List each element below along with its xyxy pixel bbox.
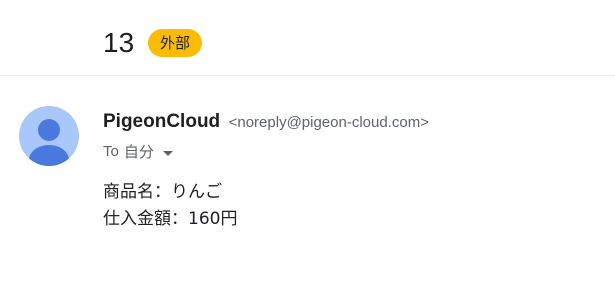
sender-name[interactable]: PigeonCloud [103,111,220,132]
caret-down-icon[interactable] [162,150,173,156]
message-body: 商品名：りんご 仕入金額：160円 [103,179,237,233]
recipient-name: 自分 [123,143,154,161]
subject-header: 13 外部 [0,0,615,76]
recipient-prefix: To [103,143,119,160]
sender-email: <noreply@pigeon-cloud.com> [228,114,429,131]
person-icon [19,106,79,166]
external-label-chip[interactable]: 外部 [148,29,203,57]
recipient-details-toggle[interactable]: To 自分 [103,142,173,162]
sender-line: PigeonCloud <noreply@pigeon-cloud.com> [103,111,429,134]
body-line-price: 仕入金額：160円 [103,209,238,229]
subject-title: 13 [103,27,135,58]
body-line-product: 商品名：りんご [103,182,222,202]
sender-avatar[interactable] [19,106,79,166]
